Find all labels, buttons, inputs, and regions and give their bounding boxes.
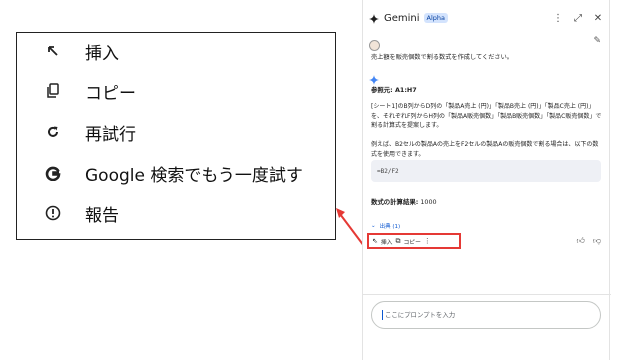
- alpha-badge: Alpha: [423, 13, 449, 23]
- insert-arrow-icon[interactable]: ⇖: [372, 237, 378, 245]
- formula-result: 数式の計算結果: 1000: [371, 197, 437, 206]
- retry-icon: [33, 116, 73, 148]
- menu-item-google-search[interactable]: Google 検索でもう一度試す: [17, 157, 303, 189]
- user-prompt-text: 売上額を販売個数で割る数式を作成してください。: [371, 54, 513, 61]
- expand-icon[interactable]: ⤢: [573, 13, 583, 24]
- sources-toggle[interactable]: ⌄ 出典 (1): [371, 222, 400, 230]
- menu-item-label: 報告: [85, 205, 119, 226]
- avatar: [369, 40, 380, 51]
- close-icon[interactable]: ✕: [593, 13, 603, 24]
- menu-item-copy[interactable]: コピー: [17, 75, 136, 107]
- google-g-icon: [33, 157, 73, 189]
- thumbs-down-icon[interactable]: 👎︎: [593, 236, 601, 246]
- menu-item-label: コピー: [85, 83, 136, 104]
- result-label: 数式の計算結果:: [371, 198, 419, 206]
- report-icon: [33, 197, 73, 229]
- reference-range: 参照元: A1:H7: [371, 86, 417, 94]
- brand-title: Gemini: [384, 12, 420, 24]
- copy-button[interactable]: コピー: [403, 237, 420, 246]
- response-action-row: ⇖ 挿入 ⧉ コピー ⋮: [367, 233, 461, 249]
- sources-label: 出典 (1): [379, 224, 401, 230]
- formula-block: =B2/F2: [371, 160, 601, 182]
- menu-item-insert[interactable]: 挿入: [17, 35, 119, 67]
- text-caret: [382, 310, 383, 320]
- copy-icon[interactable]: ⧉: [395, 237, 400, 246]
- insert-button[interactable]: 挿入: [381, 237, 393, 246]
- gemini-side-panel: Gemini Alpha ⋮ ⤢ ✕ ✎ 売上額を販売個数で割る数式を作成してく…: [362, 0, 611, 360]
- prompt-input-container[interactable]: [371, 301, 601, 329]
- edit-prompt-icon[interactable]: ✎: [593, 36, 601, 46]
- menu-item-retry[interactable]: 再試行: [17, 116, 136, 148]
- menu-item-label: 再試行: [85, 124, 136, 145]
- chevron-down-icon: ⌄: [371, 223, 376, 229]
- copy-icon: [33, 75, 73, 107]
- more-options-icon[interactable]: ⋮: [553, 13, 563, 24]
- gemini-sparkle-icon: [369, 9, 379, 28]
- action-menu-callout: 挿入 コピー 再試行 Google 検索でもう一度試す 報告: [16, 32, 336, 240]
- divider: [363, 294, 611, 295]
- response-paragraph: [シート1]のB列からD列の「製品A売上 (円)」「製品B売上 (円)」「製品C…: [371, 103, 602, 130]
- menu-item-report[interactable]: 報告: [17, 197, 119, 229]
- menu-item-label: 挿入: [85, 43, 119, 64]
- panel-header: Gemini Alpha ⋮ ⤢ ✕: [363, 8, 611, 28]
- result-value: 1000: [420, 198, 437, 206]
- more-actions-icon[interactable]: ⋮: [424, 237, 431, 245]
- thumbs-up-icon[interactable]: 👍︎: [577, 236, 585, 246]
- gemini-brand: Gemini Alpha: [369, 9, 449, 28]
- menu-item-label: Google 検索でもう一度試す: [85, 165, 303, 186]
- insert-arrow-icon: [33, 35, 73, 67]
- user-message-row: ✎: [369, 36, 605, 51]
- response-paragraph: 例えば、B2セルの製品Aの売上をF2セルの製品Aの販売個数で割る場合は、以下の数…: [371, 141, 599, 158]
- prompt-input[interactable]: [385, 311, 585, 319]
